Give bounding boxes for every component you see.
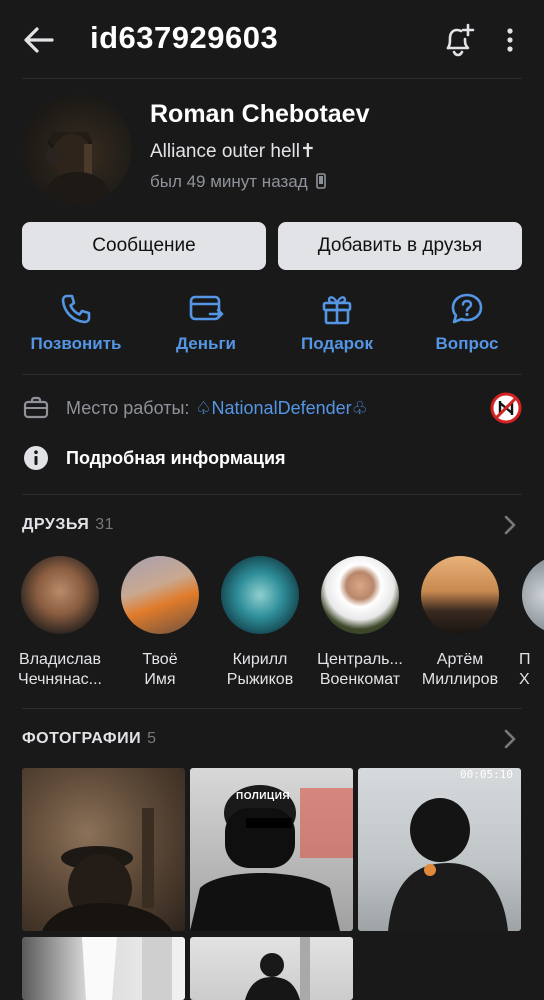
- friend-item[interactable]: Кирилл Рыжиков: [205, 556, 315, 690]
- work-link[interactable]: ♤NationalDefender♧: [195, 398, 367, 419]
- divider: [22, 78, 522, 79]
- phone-icon: [61, 294, 91, 324]
- friend-name-first: Артём: [436, 651, 484, 668]
- profile-name: Roman Chebotaev: [150, 100, 370, 128]
- message-button[interactable]: Сообщение: [22, 222, 266, 270]
- video-timestamp: 00:05:10: [460, 768, 513, 781]
- friend-name-last: Х: [519, 671, 530, 688]
- money-label: Деньги: [175, 334, 237, 353]
- money-action[interactable]: Деньги: [146, 292, 266, 354]
- back-arrow-icon[interactable]: [22, 24, 56, 56]
- friend-name-last: Миллиров: [421, 671, 499, 688]
- friend-item[interactable]: Твоё Имя: [105, 556, 215, 690]
- call-action[interactable]: Позвонить: [16, 292, 136, 354]
- friends-title: ДРУЗЬЯ: [22, 516, 90, 533]
- friend-item[interactable]: П Х: [505, 556, 544, 690]
- friend-avatar: [21, 556, 99, 634]
- page-title: id637929603: [90, 20, 279, 55]
- call-label: Позвонить: [30, 334, 122, 353]
- photo-thumbnail[interactable]: 00:05:10: [358, 768, 521, 931]
- photo-thumbnail[interactable]: [22, 937, 185, 1000]
- friends-count: 31: [95, 516, 115, 533]
- friend-name-last: Военкомат: [319, 671, 401, 688]
- photo-thumbnail[interactable]: [22, 768, 185, 931]
- community-badge-icon[interactable]: [490, 392, 522, 424]
- photo-thumbnail[interactable]: [190, 937, 353, 1000]
- divider: [22, 708, 522, 709]
- friend-name-first: Владислав: [19, 651, 101, 668]
- last-seen-text: был 49 минут назад: [150, 172, 308, 191]
- gift-label: Подарок: [301, 334, 373, 353]
- question-icon: [451, 293, 483, 324]
- friend-avatar: [522, 556, 544, 634]
- friend-name-first: Централь...: [317, 651, 403, 668]
- photos-count: 5: [147, 730, 157, 747]
- friend-item[interactable]: Централь... Военкомат: [305, 556, 415, 690]
- work-label: Место работы:: [66, 397, 190, 418]
- photo-thumbnail[interactable]: ПОЛИЦИЯ: [190, 768, 353, 931]
- chevron-right-icon[interactable]: [502, 728, 518, 750]
- helmet-text: ПОЛИЦИЯ: [236, 791, 291, 802]
- bell-plus-icon[interactable]: [440, 22, 476, 58]
- details-label: Подробная информация: [66, 447, 286, 468]
- photos-title: ФОТОГРАФИИ: [22, 730, 142, 747]
- last-seen: был 49 минут назад: [150, 172, 327, 194]
- friend-name-first: Твоё: [142, 651, 178, 668]
- work-row[interactable]: Место работы: ♤NationalDefender♧: [22, 388, 522, 428]
- divider: [22, 494, 522, 495]
- more-vertical-icon[interactable]: [500, 24, 520, 56]
- money-card-icon: [189, 295, 224, 321]
- friend-item[interactable]: Владислав Чечнянас...: [5, 556, 115, 690]
- details-row[interactable]: Подробная информация: [22, 438, 522, 478]
- friend-avatar: [121, 556, 199, 634]
- chevron-right-icon[interactable]: [502, 514, 518, 536]
- friend-name-last: Имя: [144, 671, 176, 688]
- friend-name-first: П: [519, 651, 531, 668]
- question-label: Вопрос: [435, 334, 499, 353]
- profile-avatar[interactable]: [22, 94, 132, 204]
- friend-avatar: [421, 556, 499, 634]
- friend-item[interactable]: Артём Миллиров: [405, 556, 515, 690]
- gift-icon: [322, 296, 352, 325]
- friend-avatar: [221, 556, 299, 634]
- briefcase-icon: [23, 396, 49, 419]
- top-bar: id637929603: [0, 0, 544, 78]
- info-icon: [24, 446, 48, 470]
- gift-action[interactable]: Подарок: [277, 292, 397, 354]
- friends-header[interactable]: ДРУЗЬЯ 31: [22, 516, 114, 534]
- phone-device-icon: [316, 173, 327, 194]
- friend-name-last: Чечнянас...: [18, 671, 102, 688]
- friend-name-first: Кирилл: [232, 651, 288, 668]
- friend-avatar: [321, 556, 399, 634]
- question-action[interactable]: Вопрос: [407, 292, 527, 354]
- photos-header[interactable]: ФОТОГРАФИИ 5: [22, 730, 156, 748]
- friend-name-last: Рыжиков: [226, 671, 294, 688]
- profile-status: Alliance outer hell✝: [150, 141, 316, 162]
- add-friend-button[interactable]: Добавить в друзья: [278, 222, 522, 270]
- divider: [22, 374, 522, 375]
